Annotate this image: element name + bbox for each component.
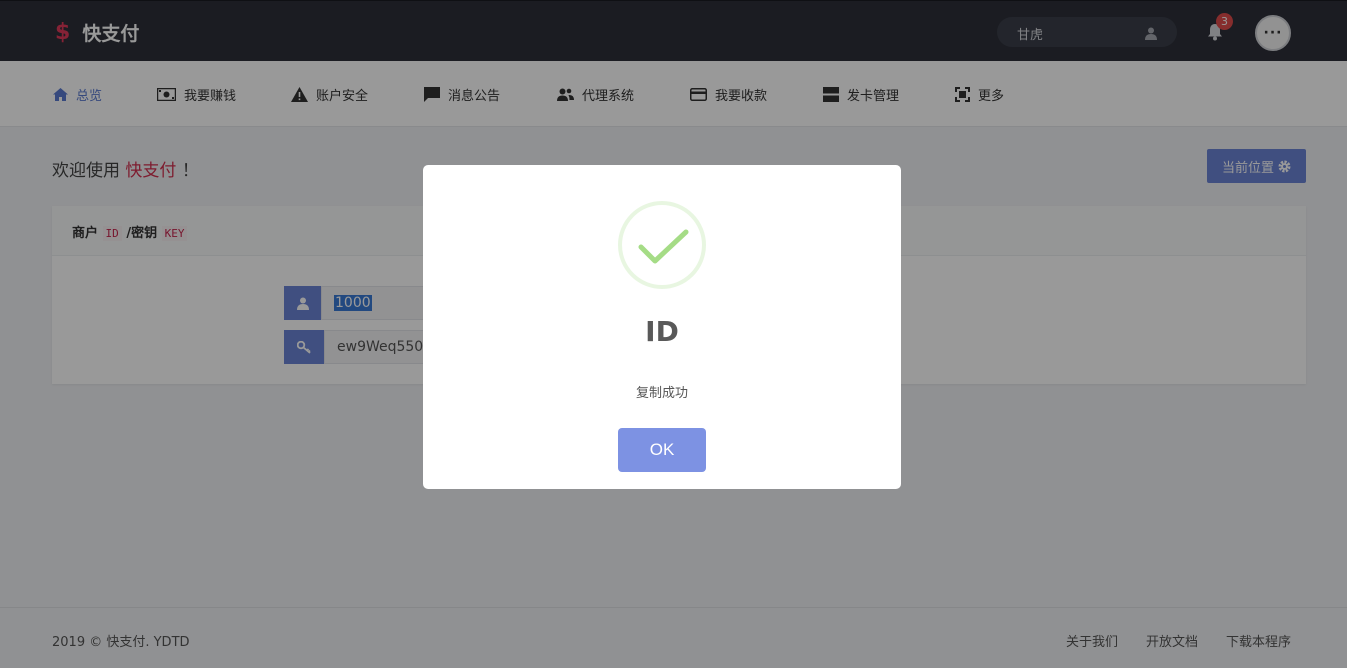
- success-check-icon: [618, 201, 706, 289]
- dialog-message: 复制成功: [635, 386, 688, 401]
- ok-button[interactable]: OK: [618, 428, 706, 472]
- dialog-title: ID: [645, 315, 679, 348]
- success-dialog: ID 复制成功 OK: [423, 165, 901, 489]
